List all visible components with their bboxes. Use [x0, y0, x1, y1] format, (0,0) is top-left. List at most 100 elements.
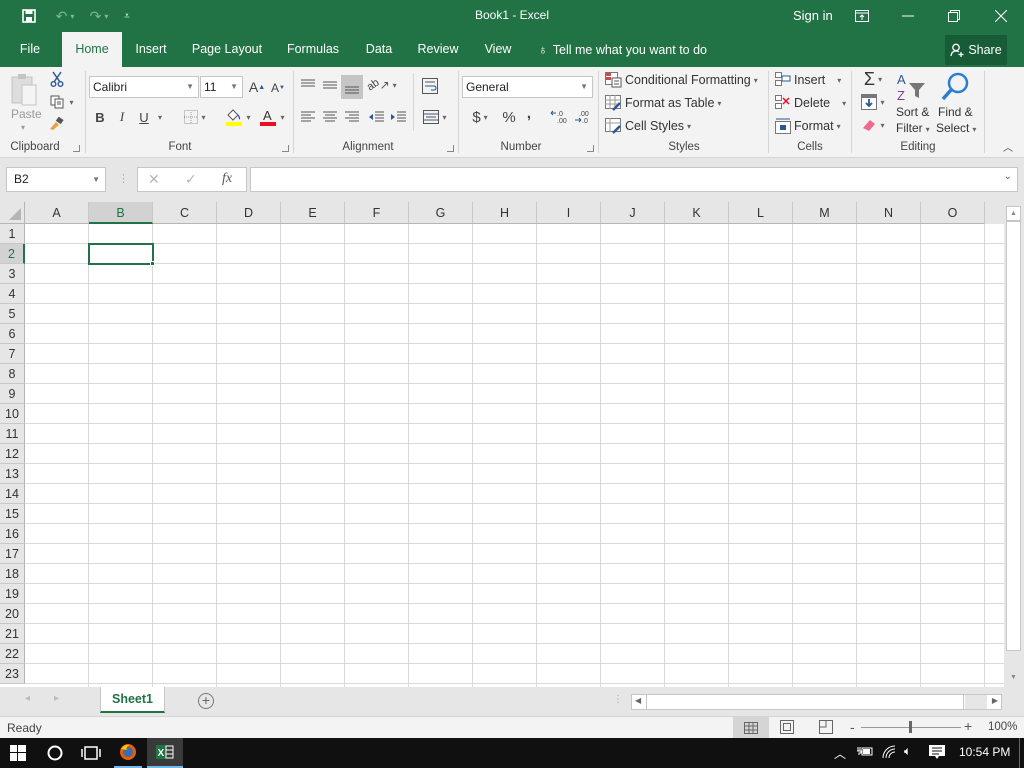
- tab-file[interactable]: File: [10, 32, 50, 67]
- row-header-5[interactable]: 5: [0, 304, 25, 324]
- name-box[interactable]: B2 ▼: [6, 167, 106, 192]
- action-center-icon[interactable]: [928, 744, 946, 763]
- increase-decimal-button[interactable]: .0.00: [549, 107, 569, 127]
- comma-style-button[interactable]: ,: [522, 103, 536, 123]
- zoom-out-button[interactable]: -: [850, 719, 855, 735]
- tab-home[interactable]: Home: [62, 32, 122, 67]
- bottom-align-button[interactable]: [341, 75, 363, 99]
- worksheet-grid[interactable]: ABCDEFGHIJKLMNO 1 2 3 4 5 6 7 8 9 10 11 12 13 14 15 16 1…: [0, 202, 1004, 687]
- accounting-format-button[interactable]: $ ▾: [465, 107, 495, 127]
- horizontal-scrollbar[interactable]: ◀ ▶: [631, 694, 1002, 710]
- decrease-indent-button[interactable]: [366, 107, 386, 127]
- scroll-left-button[interactable]: ◀: [635, 696, 641, 705]
- italic-button[interactable]: I: [114, 107, 130, 127]
- formula-input[interactable]: ⌄: [250, 167, 1018, 192]
- scroll-up-button[interactable]: ▲: [1006, 206, 1021, 221]
- column-header-f[interactable]: F: [345, 202, 409, 224]
- row-header-11[interactable]: 11: [0, 424, 25, 444]
- clear-button[interactable]: ▾: [858, 115, 888, 135]
- show-hidden-icons-icon[interactable]: ︿: [834, 745, 846, 762]
- delete-cells-button[interactable]: Delete ▾: [775, 93, 846, 113]
- enter-icon[interactable]: ✓: [185, 171, 197, 188]
- column-header-n[interactable]: N: [857, 202, 921, 224]
- expand-formula-bar-icon[interactable]: ⌄: [1004, 171, 1012, 182]
- row-header-16[interactable]: 16: [0, 524, 25, 544]
- row-header-21[interactable]: 21: [0, 624, 25, 644]
- select-all-button[interactable]: [0, 202, 25, 224]
- vertical-scroll-thumb[interactable]: [1006, 221, 1021, 651]
- page-layout-view-button[interactable]: [780, 720, 794, 737]
- normal-view-button[interactable]: [733, 717, 769, 738]
- close-button[interactable]: [978, 0, 1024, 32]
- wifi-icon[interactable]: [881, 745, 897, 762]
- cut-button[interactable]: [48, 70, 66, 88]
- font-size-combo[interactable]: 11 ▼: [200, 76, 243, 98]
- middle-align-button[interactable]: [320, 75, 340, 95]
- column-header-o[interactable]: O: [921, 202, 985, 224]
- chevron-down-icon[interactable]: ▼: [92, 168, 100, 191]
- next-sheet-icon[interactable]: ▸: [54, 693, 59, 704]
- decrease-decimal-button[interactable]: .00.0: [573, 107, 593, 127]
- borders-button[interactable]: ▾: [178, 107, 212, 127]
- new-sheet-button[interactable]: +: [198, 693, 214, 709]
- tab-formulas[interactable]: Formulas: [282, 32, 344, 67]
- font-color-button[interactable]: A ▾: [256, 107, 288, 127]
- paste-button[interactable]: [8, 71, 42, 111]
- zoom-slider-thumb[interactable]: [909, 721, 912, 733]
- restore-button[interactable]: [931, 0, 977, 32]
- column-header-a[interactable]: A: [25, 202, 89, 224]
- increase-font-size-button[interactable]: A ▲: [248, 77, 266, 97]
- row-header-1[interactable]: 1: [0, 224, 25, 244]
- align-left-button[interactable]: [298, 107, 318, 127]
- row-header-14[interactable]: 14: [0, 484, 25, 504]
- format-cells-button[interactable]: Format ▾: [775, 116, 841, 136]
- clipboard-dialog-launcher[interactable]: [73, 145, 80, 152]
- align-right-button[interactable]: [342, 107, 362, 127]
- wrap-text-button[interactable]: [418, 75, 442, 97]
- fill-color-button[interactable]: ▾: [222, 107, 254, 127]
- firefox-taskbar-button[interactable]: [114, 738, 142, 768]
- tell-me-search[interactable]: ♁ Tell me what you want to do: [538, 32, 707, 67]
- previous-sheet-icon[interactable]: ◂: [25, 693, 30, 704]
- conditional-formatting-button[interactable]: Conditional Formatting ▾: [605, 70, 758, 90]
- ribbon-display-options-icon[interactable]: [839, 0, 885, 32]
- row-header-7[interactable]: 7: [0, 344, 25, 364]
- format-as-table-button[interactable]: Format as Table ▾: [605, 93, 721, 113]
- row-header-8[interactable]: 8: [0, 364, 25, 384]
- percent-style-button[interactable]: %: [499, 107, 519, 127]
- tab-data[interactable]: Data: [359, 32, 399, 67]
- alignment-dialog-launcher[interactable]: [447, 145, 454, 152]
- column-header-k[interactable]: K: [665, 202, 729, 224]
- orientation-button[interactable]: ab ↗ ▾: [365, 75, 397, 95]
- column-header-h[interactable]: H: [473, 202, 537, 224]
- align-center-button[interactable]: [320, 107, 340, 127]
- share-button[interactable]: Share: [945, 35, 1007, 65]
- underline-dropdown-icon[interactable]: ▾: [154, 107, 166, 127]
- row-header-17[interactable]: 17: [0, 544, 25, 564]
- sheet-tab-sheet1[interactable]: Sheet1: [100, 687, 165, 713]
- cell-styles-button[interactable]: Cell Styles ▾: [605, 116, 691, 136]
- row-header-2[interactable]: 2: [0, 244, 25, 264]
- decrease-font-size-button[interactable]: A ▼: [270, 79, 286, 97]
- minimize-button[interactable]: [885, 0, 931, 32]
- scroll-down-button[interactable]: ▼: [1006, 674, 1021, 687]
- increase-indent-button[interactable]: [388, 107, 408, 127]
- column-header-d[interactable]: D: [217, 202, 281, 224]
- row-header-4[interactable]: 4: [0, 284, 25, 304]
- row-header-23[interactable]: 23: [0, 664, 25, 684]
- column-header-e[interactable]: E: [281, 202, 345, 224]
- collapse-ribbon-icon[interactable]: ︿: [1000, 139, 1016, 154]
- font-dialog-launcher[interactable]: [282, 145, 289, 152]
- scroll-right-button[interactable]: ▶: [992, 696, 998, 705]
- cortana-button[interactable]: [38, 738, 72, 768]
- row-header-9[interactable]: 9: [0, 384, 25, 404]
- active-cell[interactable]: [88, 243, 154, 265]
- column-header-g[interactable]: G: [409, 202, 473, 224]
- volume-icon[interactable]: 🔈︎: [904, 744, 911, 759]
- taskbar-clock[interactable]: 10:54 PM: [959, 745, 1010, 759]
- autosum-button[interactable]: Σ ▾: [858, 69, 888, 89]
- insert-cells-button[interactable]: Insert ▾: [775, 70, 841, 90]
- zoom-level[interactable]: 100%: [988, 721, 1017, 733]
- bold-button[interactable]: B: [92, 107, 108, 127]
- row-header-22[interactable]: 22: [0, 644, 25, 664]
